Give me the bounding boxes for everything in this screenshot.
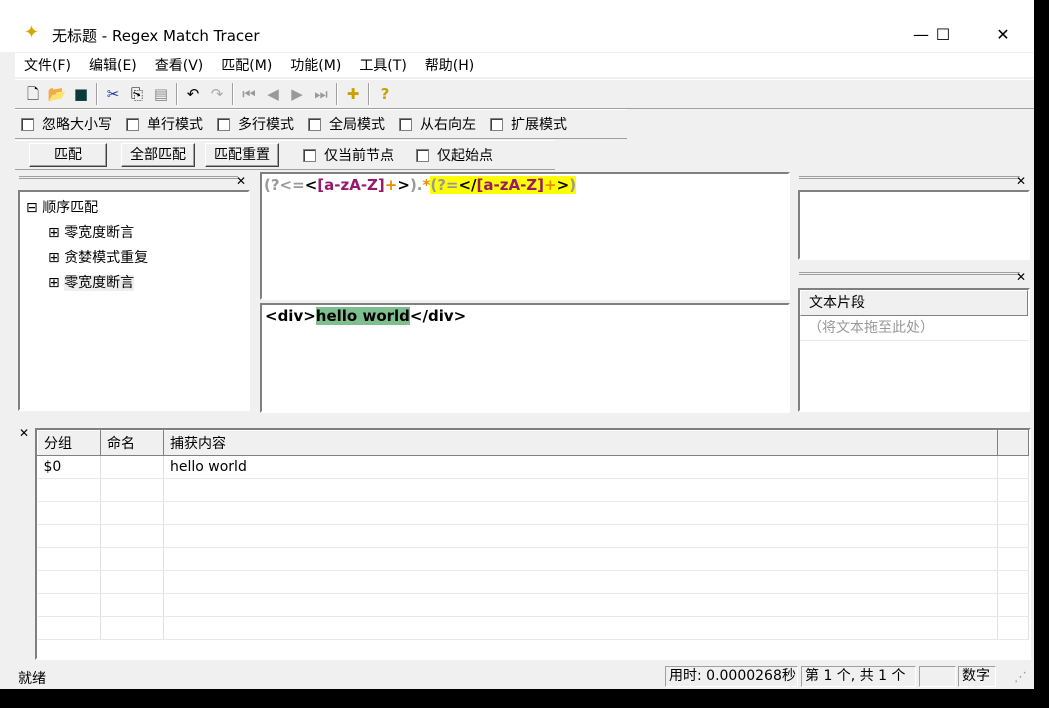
tree-node[interactable]: ⊞ 零宽度断言: [26, 271, 242, 296]
close-icon[interactable]: ✕: [236, 174, 246, 188]
text-after: </div>: [409, 307, 467, 325]
match-all-button[interactable]: 全部匹配: [121, 143, 195, 167]
option-global[interactable]: 全局模式: [308, 114, 385, 134]
first-icon[interactable]: ⏮: [237, 83, 261, 105]
close-button[interactable]: ✕: [980, 22, 1026, 48]
next-icon[interactable]: ▶: [285, 83, 309, 105]
snippets-header: 文本片段: [800, 290, 1028, 316]
menu-help[interactable]: 帮助(H): [425, 55, 474, 75]
maximize-button[interactable]: ☐: [920, 22, 966, 48]
menu-tools[interactable]: 工具(T): [359, 55, 406, 75]
snippets-pane: ✕ 文本片段 （将文本拖至此处）: [795, 268, 1034, 412]
main-toolbar: 🗋 📂 ■ ✂ ⎘ ▤ ↶ ↷ ⏮ ◀ ▶ ⏭ ✚ ?: [15, 79, 1034, 109]
status-time: 用时: 0.0000268秒: [665, 666, 798, 687]
snippets-list[interactable]: 文本片段 （将文本拖至此处）: [798, 288, 1030, 412]
option-singleline[interactable]: 单行模式: [126, 114, 203, 134]
undo-icon[interactable]: ↶: [181, 83, 205, 105]
regex-editor[interactable]: (?<=<[a-zA-Z]+>).*(?=</[a-zA-Z]+>): [260, 172, 790, 300]
text-editor[interactable]: <div>hello world</div>: [260, 303, 790, 413]
redo-icon[interactable]: ↷: [205, 83, 229, 105]
option-multiline[interactable]: 多行模式: [217, 114, 294, 134]
col-group[interactable]: 分组: [37, 430, 101, 456]
match-tree: ⊟ 顺序匹配 ⊞ 零宽度断言 ⊞ 贪婪模式重复 ⊞ 零宽度断言: [18, 190, 250, 411]
right-top-pane: ✕: [795, 172, 1034, 262]
tree-node[interactable]: ⊞ 零宽度断言: [26, 221, 242, 246]
app-icon: ✦: [24, 22, 40, 43]
cut-icon[interactable]: ✂: [101, 83, 125, 105]
results-pane: ✕ 分组 命名 捕获内容 $0 hello world: [15, 420, 1034, 662]
close-icon[interactable]: ✕: [1016, 270, 1026, 284]
save-icon[interactable]: ■: [69, 83, 93, 105]
status-count: 第 1 个, 共 1 个: [801, 666, 916, 687]
option-ignore-case[interactable]: 忽略大小写: [21, 114, 112, 134]
add-snippet-icon[interactable]: ✚: [341, 83, 365, 105]
option-right-to-left[interactable]: 从右向左: [399, 114, 476, 134]
text-before: <div>: [265, 307, 316, 325]
start-only-checkbox[interactable]: 仅起始点: [416, 145, 493, 165]
results-table: 分组 命名 捕获内容 $0 hello world: [35, 428, 1031, 660]
copy-icon[interactable]: ⎘: [125, 83, 149, 105]
close-icon[interactable]: ✕: [1016, 174, 1026, 188]
menu-match[interactable]: 匹配(M): [221, 55, 272, 75]
prev-icon[interactable]: ◀: [261, 83, 285, 105]
window-title: 无标题 - Regex Match Tracer: [52, 27, 260, 45]
status-numlock: 数字: [958, 666, 996, 687]
app-window: ✦ 无标题 - Regex Match Tracer — ☐ ✕ 文件(F) 编…: [0, 0, 1034, 689]
menu-file[interactable]: 文件(F): [24, 55, 71, 75]
match-reset-button[interactable]: 匹配重置: [205, 143, 279, 167]
tree-root[interactable]: ⊟ 顺序匹配: [26, 196, 242, 221]
new-file-icon[interactable]: 🗋: [21, 83, 45, 105]
tree-pane: ✕ ⊟ 顺序匹配 ⊞ 零宽度断言 ⊞ 贪婪模式重复 ⊞ 零宽度断言: [15, 172, 252, 412]
title-bar: ✦ 无标题 - Regex Match Tracer — ☐ ✕: [0, 0, 1034, 52]
paste-icon[interactable]: ▤: [149, 83, 173, 105]
menu-function[interactable]: 功能(M): [290, 55, 341, 75]
current-node-checkbox[interactable]: 仅当前节点: [303, 145, 394, 165]
match-toolbar: 匹配 全部匹配 匹配重置 仅当前节点 仅起始点: [15, 140, 555, 170]
menu-bar: 文件(F) 编辑(E) 查看(V) 匹配(M) 功能(M) 工具(T) 帮助(H…: [15, 53, 1034, 77]
match-button[interactable]: 匹配: [29, 143, 107, 167]
option-extended[interactable]: 扩展模式: [490, 114, 567, 134]
resize-grip-icon[interactable]: ⋰: [1014, 670, 1027, 685]
col-name[interactable]: 命名: [100, 430, 164, 456]
last-icon[interactable]: ⏭: [309, 83, 333, 105]
tree-node[interactable]: ⊞ 贪婪模式重复: [26, 246, 242, 271]
options-toolbar: 忽略大小写 单行模式 多行模式 全局模式 从右向左 扩展模式: [15, 109, 627, 139]
help-icon[interactable]: ?: [373, 83, 397, 105]
match-highlight: hello world: [315, 307, 410, 325]
status-ready: 就绪: [18, 671, 46, 687]
menu-edit[interactable]: 编辑(E): [89, 55, 137, 75]
close-icon[interactable]: ✕: [19, 426, 29, 440]
table-row[interactable]: $0 hello world: [37, 455, 1029, 479]
snippets-placeholder: （将文本拖至此处）: [800, 316, 1028, 341]
col-capture[interactable]: 捕获内容: [163, 430, 998, 456]
status-blank: [919, 666, 956, 687]
menu-view[interactable]: 查看(V): [155, 55, 204, 75]
open-folder-icon[interactable]: 📂: [45, 83, 69, 105]
